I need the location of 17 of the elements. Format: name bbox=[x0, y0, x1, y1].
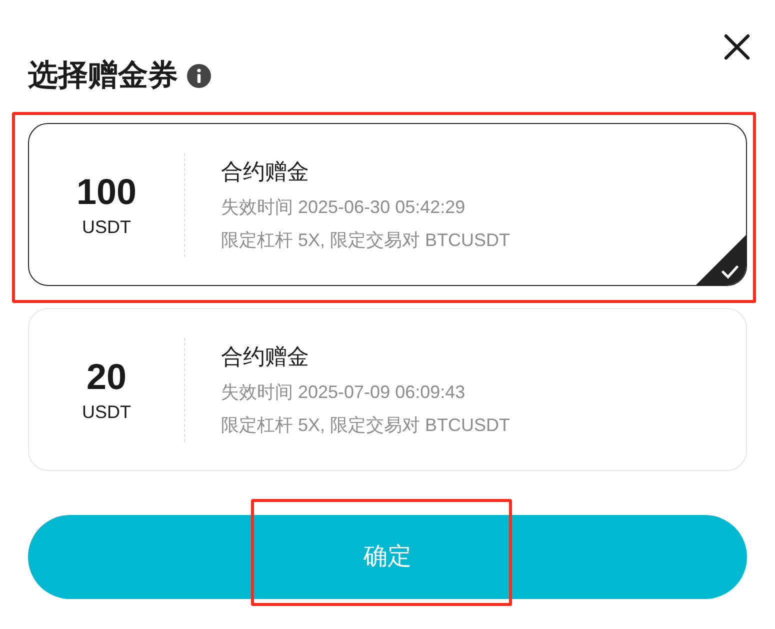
close-button[interactable] bbox=[722, 32, 752, 62]
coupon-unit: USDT bbox=[82, 216, 131, 238]
coupon-expiry: 失效时间 2025-06-30 05:42:29 bbox=[221, 196, 466, 219]
coupon-name: 合约赠金 bbox=[221, 158, 310, 186]
coupon-expiry: 失效时间 2025-07-09 06:09:43 bbox=[221, 381, 466, 404]
coupon-limits: 限定杠杆 5X, 限定交易对 BTCUSDT bbox=[221, 414, 510, 437]
coupon-card[interactable]: 100 USDT 合约赠金 失效时间 2025-06-30 05:42:29 限定杠杆 5X, 限定交易对 BTCUSDT bbox=[28, 123, 747, 286]
coupon-name: 合约赠金 bbox=[221, 343, 310, 371]
coupon-unit: USDT bbox=[82, 400, 131, 424]
dialog-title: 选择赠金券 bbox=[28, 61, 178, 91]
coupon-amount: 20 bbox=[86, 354, 127, 398]
close-icon bbox=[724, 34, 750, 60]
check-corner-icon bbox=[696, 235, 746, 285]
info-icon[interactable] bbox=[186, 63, 212, 89]
coupon-amount: 100 bbox=[76, 170, 137, 214]
coupon-card[interactable]: 20 USDT 合约赠金 失效时间 2025-07-09 06:09:43 限定杠杆 5X, 限定交易对 BTCUSDT bbox=[28, 308, 747, 471]
coupon-limits: 限定杠杆 5X, 限定交易对 BTCUSDT bbox=[221, 229, 510, 252]
